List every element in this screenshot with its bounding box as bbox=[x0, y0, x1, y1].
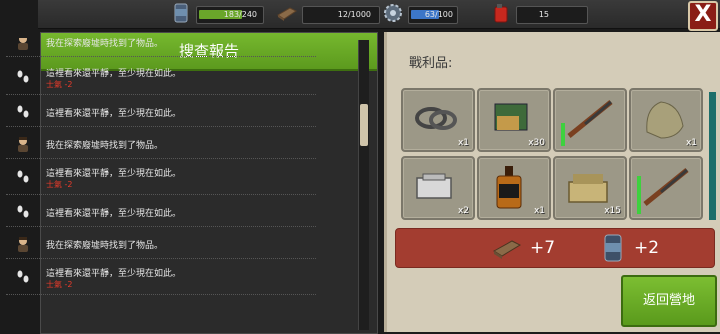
report-scrollbar[interactable] bbox=[358, 40, 369, 330]
report-entry: 我在探索廢墟時找到了物品。 bbox=[6, 130, 316, 159]
report-entry-text: 我在探索廢墟時找到了物品。 bbox=[46, 241, 164, 251]
loot-quantity: x1 bbox=[533, 206, 545, 216]
report-entry: 這裡看來還平靜，至少現在如此。 bbox=[6, 98, 316, 127]
morale-penalty: 士氣 -2 bbox=[46, 80, 73, 89]
loot-slot[interactable]: x2 bbox=[401, 156, 475, 220]
loot-slot[interactable]: x1 bbox=[401, 88, 475, 152]
fuel-value: 15 bbox=[538, 10, 549, 19]
rifle-icon bbox=[567, 100, 613, 138]
report-entry: 這裡看來還平靜，至少現在如此。 士氣 -2 bbox=[6, 162, 316, 195]
food-value: 183/240 bbox=[223, 10, 257, 19]
loot-scrollbar[interactable] bbox=[709, 92, 716, 220]
fuel-can-icon bbox=[494, 4, 508, 23]
rifle-icon bbox=[643, 168, 689, 206]
rope-icon bbox=[415, 107, 457, 130]
cloth-sack-icon bbox=[646, 101, 684, 139]
report-entry-text: 這裡看來還平靜，至少現在如此。 bbox=[46, 209, 182, 219]
report-entry-text: 這裡看來還平靜，至少現在如此。 bbox=[46, 109, 182, 119]
footprints-icon bbox=[17, 205, 29, 218]
footprints-icon bbox=[17, 105, 29, 118]
footprints-icon bbox=[17, 270, 29, 283]
wood-plank-icon bbox=[493, 240, 522, 259]
survivor-icon bbox=[18, 38, 28, 50]
report-entry-text: 我在探索廢墟時找到了物品。 bbox=[46, 141, 164, 151]
loot-slot[interactable] bbox=[629, 156, 703, 220]
canned-food-icon bbox=[174, 3, 188, 23]
survivor-icon bbox=[18, 137, 28, 152]
report-entry: 這裡看來還平靜，至少現在如此。 bbox=[6, 198, 316, 227]
report-entry: 我在探索廢墟時找到了物品。 bbox=[6, 230, 316, 259]
materials-gain: +7 bbox=[530, 238, 556, 258]
loot-title: 戰利品: bbox=[409, 56, 453, 71]
loot-quantity: x2 bbox=[457, 206, 469, 216]
report-entry: 這裡看來還平靜，至少現在如此。 士氣 -2 bbox=[6, 262, 316, 295]
loot-slot[interactable]: x15 bbox=[553, 156, 627, 220]
report-entry-text: 這裡看來還平靜，至少現在如此。 bbox=[46, 269, 182, 279]
loot-quantity: x30 bbox=[528, 138, 545, 148]
report-log[interactable]: 我在探索廢墟時找到了物品。 這裡看來還平靜，至少現在如此。 士氣 -2 這裡看來還平靜… bbox=[6, 38, 350, 300]
report-scroll-thumb[interactable] bbox=[360, 104, 368, 146]
resource-bar: 183/240 12/1000 63/100 15 bbox=[38, 0, 720, 29]
survivor-icon bbox=[18, 237, 28, 252]
water-meter: 63/100 bbox=[408, 6, 458, 24]
loot-slot[interactable]: x1 bbox=[477, 156, 551, 220]
item-condition-bar bbox=[561, 123, 565, 146]
loot-slot[interactable]: x30 bbox=[477, 88, 551, 152]
close-button[interactable]: X bbox=[688, 1, 718, 31]
morale-penalty: 士氣 -2 bbox=[46, 180, 73, 189]
footprints-icon bbox=[17, 70, 29, 83]
loot-slot[interactable]: x1 bbox=[629, 88, 703, 152]
loot-slot[interactable] bbox=[553, 88, 627, 152]
water-value: 63/100 bbox=[424, 10, 453, 19]
canned-food-icon bbox=[604, 234, 622, 262]
report-entry-text: 我在探索廢墟時找到了物品。 bbox=[46, 39, 164, 49]
wood-plank-icon bbox=[277, 7, 297, 21]
toolbox-icon bbox=[416, 173, 452, 199]
loot-quantity: x1 bbox=[685, 138, 697, 148]
item-condition-bar bbox=[637, 176, 641, 214]
materials-meter: 12/1000 bbox=[302, 6, 380, 24]
materials-value: 12/1000 bbox=[337, 10, 371, 19]
report-entry-text: 這裡看來還平靜，至少現在如此。 bbox=[46, 169, 182, 179]
report-entry-text: 這裡看來還平靜，至少現在如此。 bbox=[46, 69, 182, 79]
loot-panel: 戰利品: x1 x30 x1 x2 x1 x15 +7 +2 返回營地 bbox=[384, 32, 720, 332]
morale-penalty: 士氣 -2 bbox=[46, 280, 73, 289]
loot-quantity: x15 bbox=[604, 206, 621, 216]
report-entry: 我在探索廢墟時找到了物品。 bbox=[6, 38, 316, 57]
water-gear-icon bbox=[384, 4, 402, 22]
footprints-icon bbox=[17, 170, 29, 183]
bullets-crate-icon bbox=[568, 174, 608, 203]
food-meter: 183/240 bbox=[196, 6, 264, 24]
close-icon: X bbox=[694, 2, 712, 27]
loot-quantity: x1 bbox=[457, 138, 469, 148]
fuel-meter: 15 bbox=[516, 6, 588, 24]
report-entry: 這裡看來還平靜，至少現在如此。 士氣 -2 bbox=[6, 62, 316, 95]
ammo-box-icon bbox=[494, 103, 528, 131]
resource-gain-bar: +7 +2 bbox=[395, 228, 715, 268]
return-to-camp-button[interactable]: 返回營地 bbox=[621, 275, 717, 327]
whiskey-bottle-icon bbox=[496, 166, 522, 209]
food-gain: +2 bbox=[634, 238, 660, 258]
